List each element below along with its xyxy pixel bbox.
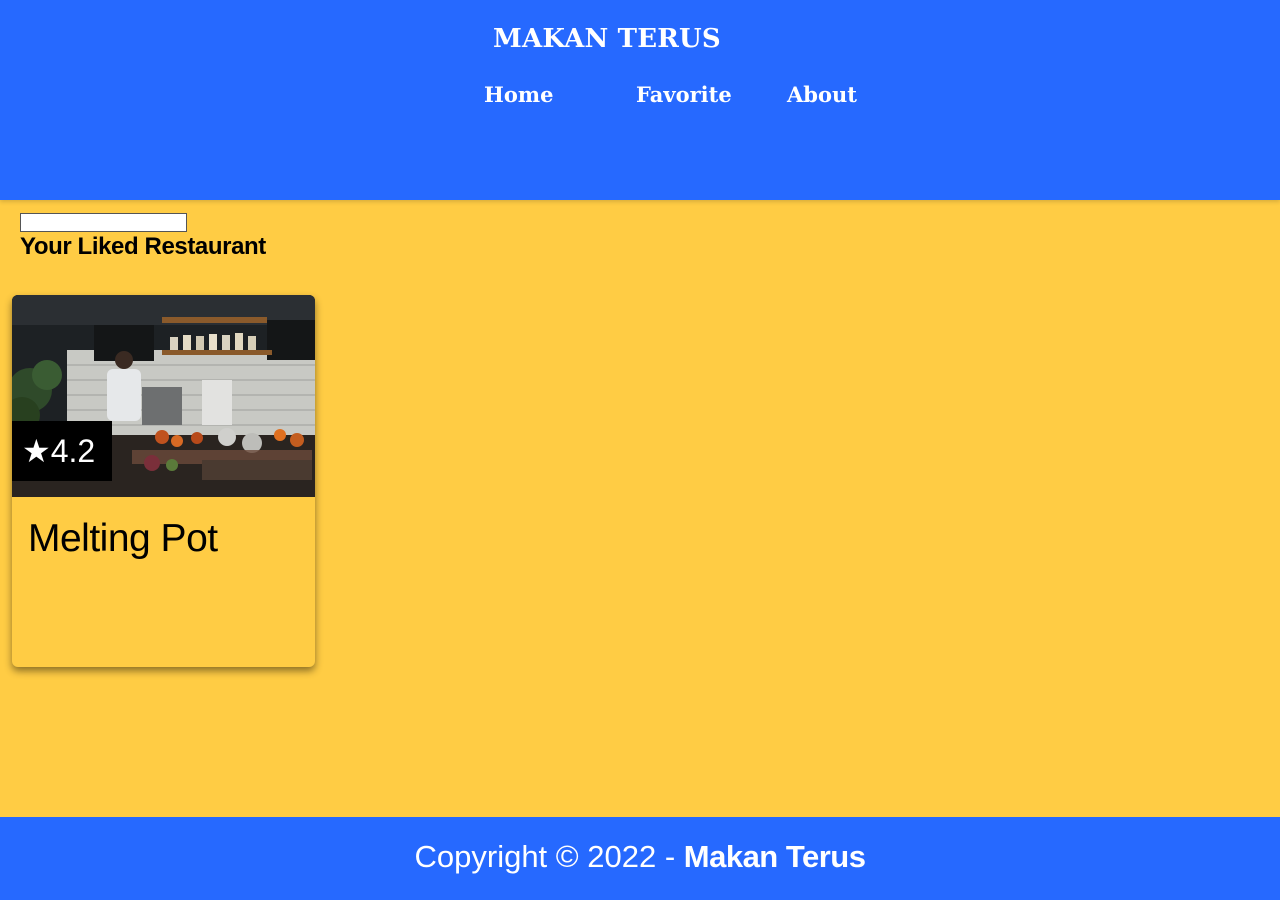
nav-home-link[interactable]: Home — [484, 82, 553, 107]
copyright-text: Copyright © 2022 - — [414, 839, 684, 874]
search-input[interactable] — [20, 213, 187, 232]
app-brand[interactable]: MAKAN TERUS — [493, 24, 721, 54]
restaurant-image: ★4.2 — [12, 295, 315, 497]
app-header: MAKAN TERUS Home Favorite About — [0, 0, 1280, 200]
star-icon: ★ — [22, 433, 51, 469]
nav-about-link[interactable]: About — [787, 82, 857, 107]
rating-badge: ★4.2 — [12, 421, 112, 481]
footer-brand: Makan Terus — [683, 839, 866, 874]
section-title: Your Liked Restaurant — [20, 233, 266, 260]
rating-value: 4.2 — [50, 433, 96, 469]
restaurant-name[interactable]: Melting Pot — [28, 517, 218, 561]
app-footer: Copyright © 2022 - Makan Terus — [0, 817, 1280, 900]
nav-favorite-link[interactable]: Favorite — [636, 82, 732, 107]
restaurant-card[interactable]: ★4.2 Melting Pot — [12, 295, 315, 667]
